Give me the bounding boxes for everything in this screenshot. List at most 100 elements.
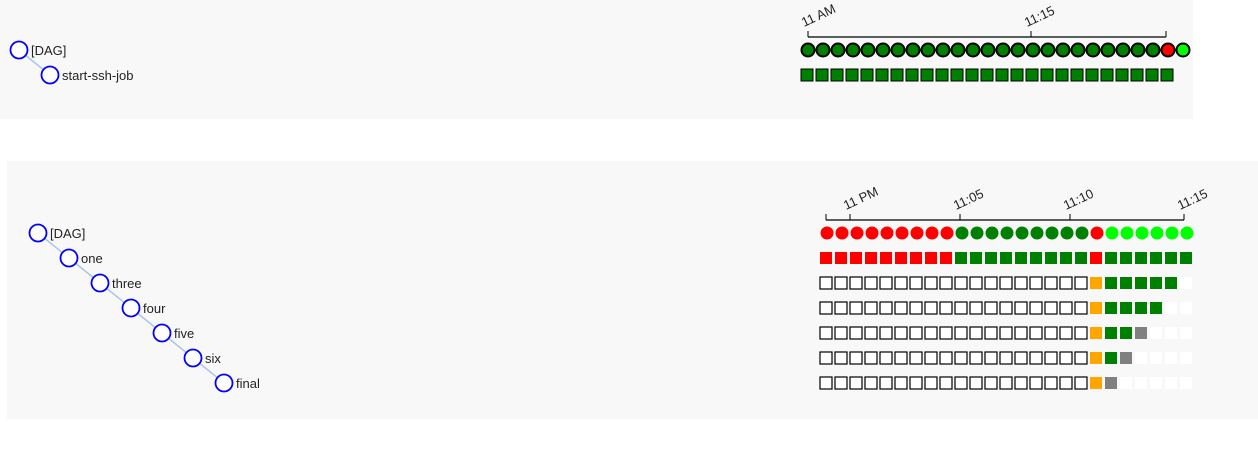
dag-run-status-circle[interactable] (985, 226, 999, 240)
task-instance-square[interactable] (1025, 68, 1039, 82)
task-instance-square[interactable] (969, 276, 983, 290)
task-instance-square[interactable] (1150, 252, 1162, 264)
dag-run-status-circle[interactable] (905, 42, 921, 58)
dag-run-status-circle[interactable] (1130, 42, 1146, 58)
task-instance-square[interactable] (909, 276, 923, 290)
dag-run-status-circle[interactable] (995, 42, 1011, 58)
task-instance-square[interactable] (895, 252, 907, 264)
task-instance-square[interactable] (1120, 302, 1132, 314)
task-instance-square[interactable] (980, 68, 994, 82)
task-instance-square[interactable] (1059, 351, 1073, 365)
task-instance-square[interactable] (1044, 301, 1058, 315)
task-node-circle[interactable] (28, 223, 48, 243)
task-instance-square[interactable] (999, 376, 1013, 390)
task-node-circle[interactable] (40, 65, 60, 85)
task-label[interactable]: six (205, 351, 221, 366)
dag-run-status-circle[interactable] (950, 42, 966, 58)
task-instance-square[interactable] (800, 68, 814, 82)
task-instance-square[interactable] (880, 252, 892, 264)
task-instance-square[interactable] (1145, 68, 1159, 82)
task-node-circle[interactable] (183, 348, 203, 368)
task-instance-square[interactable] (939, 326, 953, 340)
task-instance-square[interactable] (1029, 276, 1043, 290)
dag-run-status-circle[interactable] (1045, 226, 1059, 240)
task-instance-square[interactable] (984, 376, 998, 390)
task-instance-square[interactable] (1135, 302, 1147, 314)
task-instance-square[interactable] (920, 68, 934, 82)
task-instance-square[interactable] (1029, 351, 1043, 365)
task-label[interactable]: one (81, 251, 103, 266)
task-instance-square[interactable] (1090, 377, 1102, 389)
dag-run-status-circle[interactable] (1105, 226, 1119, 240)
task-instance-square[interactable] (1105, 352, 1117, 364)
task-instance-square[interactable] (984, 301, 998, 315)
task-instance-square[interactable] (984, 351, 998, 365)
dag-run-status-circle[interactable] (835, 226, 849, 240)
task-node-circle[interactable] (90, 273, 110, 293)
task-instance-square[interactable] (1014, 276, 1028, 290)
task-instance-square[interactable] (939, 376, 953, 390)
task-instance-square[interactable] (1060, 252, 1072, 264)
task-instance-square[interactable] (819, 351, 833, 365)
task-instance-square[interactable] (955, 252, 967, 264)
task-instance-square[interactable] (819, 376, 833, 390)
task-instance-square[interactable] (939, 301, 953, 315)
dag-run-status-circle[interactable] (955, 226, 969, 240)
task-instance-square[interactable] (1160, 68, 1174, 82)
task-instance-square[interactable] (1074, 276, 1088, 290)
task-instance-square[interactable] (985, 252, 997, 264)
task-instance-square[interactable] (1074, 376, 1088, 390)
dag-run-status-circle[interactable] (865, 226, 879, 240)
task-instance-square[interactable] (1010, 68, 1024, 82)
task-instance-square[interactable] (864, 276, 878, 290)
dag-run-status-circle[interactable] (880, 226, 894, 240)
task-instance-square[interactable] (909, 351, 923, 365)
task-instance-square[interactable] (965, 68, 979, 82)
task-label[interactable]: final (236, 376, 260, 391)
task-label[interactable]: start-ssh-job (62, 68, 134, 83)
task-instance-square[interactable] (1070, 68, 1084, 82)
task-instance-square[interactable] (834, 376, 848, 390)
task-instance-square[interactable] (1014, 376, 1028, 390)
task-instance-square[interactable] (1150, 277, 1162, 289)
task-instance-square[interactable] (894, 351, 908, 365)
task-node-circle[interactable] (9, 40, 29, 60)
task-instance-square[interactable] (924, 276, 938, 290)
task-instance-square[interactable] (909, 326, 923, 340)
task-instance-square[interactable] (924, 326, 938, 340)
task-instance-square[interactable] (1130, 68, 1144, 82)
task-node-circle[interactable] (121, 298, 141, 318)
task-instance-square[interactable] (954, 351, 968, 365)
task-instance-square[interactable] (1100, 68, 1114, 82)
task-instance-square[interactable] (1105, 377, 1117, 389)
task-node-circle[interactable] (59, 248, 79, 268)
task-instance-square[interactable] (940, 252, 952, 264)
task-instance-square[interactable] (924, 301, 938, 315)
dag-run-status-circle[interactable] (1180, 226, 1194, 240)
dag-run-status-circle[interactable] (970, 226, 984, 240)
task-label[interactable]: [DAG] (31, 43, 66, 58)
task-instance-square[interactable] (819, 326, 833, 340)
dag-run-status-circle[interactable] (800, 42, 816, 58)
task-instance-square[interactable] (984, 276, 998, 290)
task-instance-square[interactable] (1014, 301, 1028, 315)
task-instance-square[interactable] (864, 376, 878, 390)
task-instance-square[interactable] (1105, 277, 1117, 289)
task-instance-square[interactable] (1030, 252, 1042, 264)
task-instance-square[interactable] (1044, 351, 1058, 365)
dag-run-status-circle[interactable] (1000, 226, 1014, 240)
task-instance-square[interactable] (879, 376, 893, 390)
task-instance-square[interactable] (999, 326, 1013, 340)
task-instance-square[interactable] (924, 351, 938, 365)
task-node-circle[interactable] (152, 323, 172, 343)
task-instance-square[interactable] (909, 301, 923, 315)
dag-run-status-circle[interactable] (830, 42, 846, 58)
task-instance-square[interactable] (1059, 276, 1073, 290)
dag-run-status-circle[interactable] (965, 42, 981, 58)
task-instance-square[interactable] (845, 68, 859, 82)
task-instance-square[interactable] (1029, 326, 1043, 340)
task-instance-square[interactable] (1135, 252, 1147, 264)
task-instance-square[interactable] (875, 68, 889, 82)
task-instance-square[interactable] (819, 301, 833, 315)
dag-run-status-circle[interactable] (940, 226, 954, 240)
